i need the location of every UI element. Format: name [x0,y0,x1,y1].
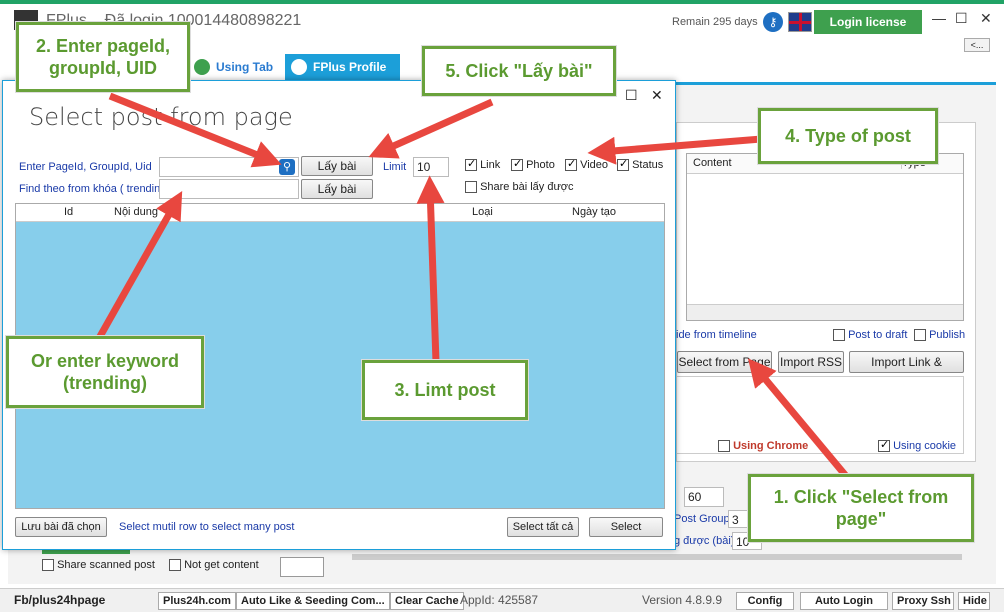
publish-checkbox[interactable] [914,329,926,342]
login-license-button[interactable]: Login license [814,10,922,34]
dialog-maximize-icon[interactable]: ☐ [625,87,638,104]
post-draft-checkbox[interactable] [833,329,845,342]
clear-cache-button[interactable]: Clear Cache [390,592,464,610]
multi-select-hint: Select mutil row to select many post [119,521,295,533]
import-link-sitemap-button[interactable]: Import Link & Sitemap [849,351,964,389]
note-keyword: Or enter keyword (trending) [6,336,204,408]
import-rss-button[interactable]: Import RSS [778,351,844,373]
type-video-option[interactable]: Video [565,157,608,172]
note-step-2: 2. Enter pageId, groupId, UID [16,22,190,92]
lay-duoc-label: g được (bài) [674,535,735,547]
h-scrollbar[interactable] [687,304,963,320]
config-button[interactable]: Config [736,592,794,610]
maximize-icon[interactable]: ☐ [955,10,968,27]
note-step-5: 5. Click "Lấy bài" [422,46,616,96]
type-status-option[interactable]: Status [617,157,664,172]
type-link-option[interactable]: Link [465,157,501,172]
note-step-1: 1. Click "Select from page" [748,474,974,542]
hide-timeline-label: ide from timeline [676,329,757,341]
type-photo-option[interactable]: Photo [511,157,555,172]
video-checkbox[interactable] [565,157,577,172]
photo-label: Photo [526,159,555,171]
search-icon[interactable]: ⚲ [279,159,295,175]
fb-page-label: Fb/plus24hpage [14,593,106,607]
tab-using-label: Using Tab [216,60,274,74]
post-draft-option[interactable]: Post to draft [833,329,908,342]
link-label: Link [480,159,501,171]
version: Version 4.8.9.9 [642,593,723,607]
not-get-content-checkbox[interactable] [169,559,181,572]
post-group-label: Post Group [674,513,730,525]
col-content: Content [693,157,732,169]
using-cookie-label: Using cookie [893,440,957,452]
video-label: Video [580,159,608,171]
hide-button[interactable]: Hide [958,592,990,610]
share-scanned-checkbox[interactable] [42,559,54,572]
publish-option[interactable]: Publish [914,329,966,342]
page-id-input[interactable] [159,157,299,177]
lay-bai-keyword-button[interactable]: Lấy bài [301,179,373,199]
small-input[interactable] [280,557,324,577]
note-step-4: 4. Type of post [758,108,938,164]
using-cookie-option[interactable]: Using cookie [878,438,957,453]
link-checkbox[interactable] [465,157,477,172]
share-scanned-label: Share scanned post [57,559,155,571]
using-chrome-option[interactable]: Using Chrome [718,440,809,453]
col-id: Id [64,206,74,218]
uk-flag-icon[interactable] [788,12,812,32]
posts-table-header: Id Nội dung Loại Ngày tạo [16,204,664,222]
tab-using[interactable]: Using Tab [188,54,278,80]
using-tab-icon [194,59,210,75]
col-loai: Loại [472,206,493,218]
minimize-icon[interactable]: — [932,10,946,26]
keyword-input[interactable] [159,179,299,199]
using-chrome-label: Using Chrome [733,440,809,452]
limit-label: Limit [383,161,407,173]
status-checkbox[interactable] [617,157,629,172]
enter-id-label: Enter PageId, GroupId, Uid [19,161,152,173]
interval-input[interactable]: 60 [684,487,724,507]
using-chrome-checkbox[interactable] [718,440,730,453]
share-scanned-option[interactable]: Share scanned post [42,559,155,572]
back-button[interactable]: <... [964,38,990,52]
close-icon[interactable]: ✕ [980,10,992,27]
progress-bar [352,554,962,560]
save-selected-button[interactable]: Lưu bài đã chọn [15,517,107,537]
tab-fplus-label: FPlus Profile [313,60,387,74]
publish-label: Publish [929,329,966,341]
select-button[interactable]: Select [589,517,663,537]
photo-checkbox[interactable] [511,157,523,172]
limit-input[interactable]: 10 [413,157,449,177]
col-noi-dung: Nội dung [114,206,159,218]
find-keyword-label: Find theo from khóa ( trending [19,183,167,195]
auto-like-link[interactable]: Auto Like & Seeding Com... [236,592,390,610]
post-draft-label: Post to draft [848,329,908,341]
content-grid[interactable]: Content Type [686,153,964,321]
remain-days: Remain 295 days [672,16,758,28]
share-label: Share bài lấy được [480,181,574,193]
select-from-page-button[interactable]: Select from Page [677,351,772,373]
col-ngay-tao: Ngày tạo [572,206,617,218]
dialog-title: Select post from page [29,103,293,131]
tab-fplus-profile[interactable]: FPlus Profile [285,54,400,80]
profile-group-icon [291,59,307,75]
status-bar: Fb/plus24hpage Plus24h.com Auto Like & S… [0,588,1004,612]
app-id: AppId: 425587 [460,593,539,607]
not-get-content-option[interactable]: Not get content [169,559,259,572]
lay-bai-button[interactable]: Lấy bài [301,156,373,176]
select-post-dialog: — ☐ ✕ Select post from page Enter PageId… [2,80,676,550]
share-option[interactable]: Share bài lấy được [465,181,574,194]
key-icon[interactable]: ⚷ [763,12,783,32]
using-cookie-checkbox[interactable] [878,438,890,453]
status-label: Status [632,159,664,171]
plus24h-link[interactable]: Plus24h.com [158,592,236,610]
share-checkbox[interactable] [465,181,477,194]
note-step-3: 3. Limt post [362,360,528,420]
dialog-close-icon[interactable]: ✕ [651,87,663,104]
select-all-button[interactable]: Select tất cả [507,517,579,537]
auto-login-button[interactable]: Auto Login [800,592,888,610]
proxy-ssh-button[interactable]: Proxy Ssh [892,592,954,610]
not-get-content-label: Not get content [184,559,259,571]
post-group-input[interactable]: 3 [728,510,748,528]
